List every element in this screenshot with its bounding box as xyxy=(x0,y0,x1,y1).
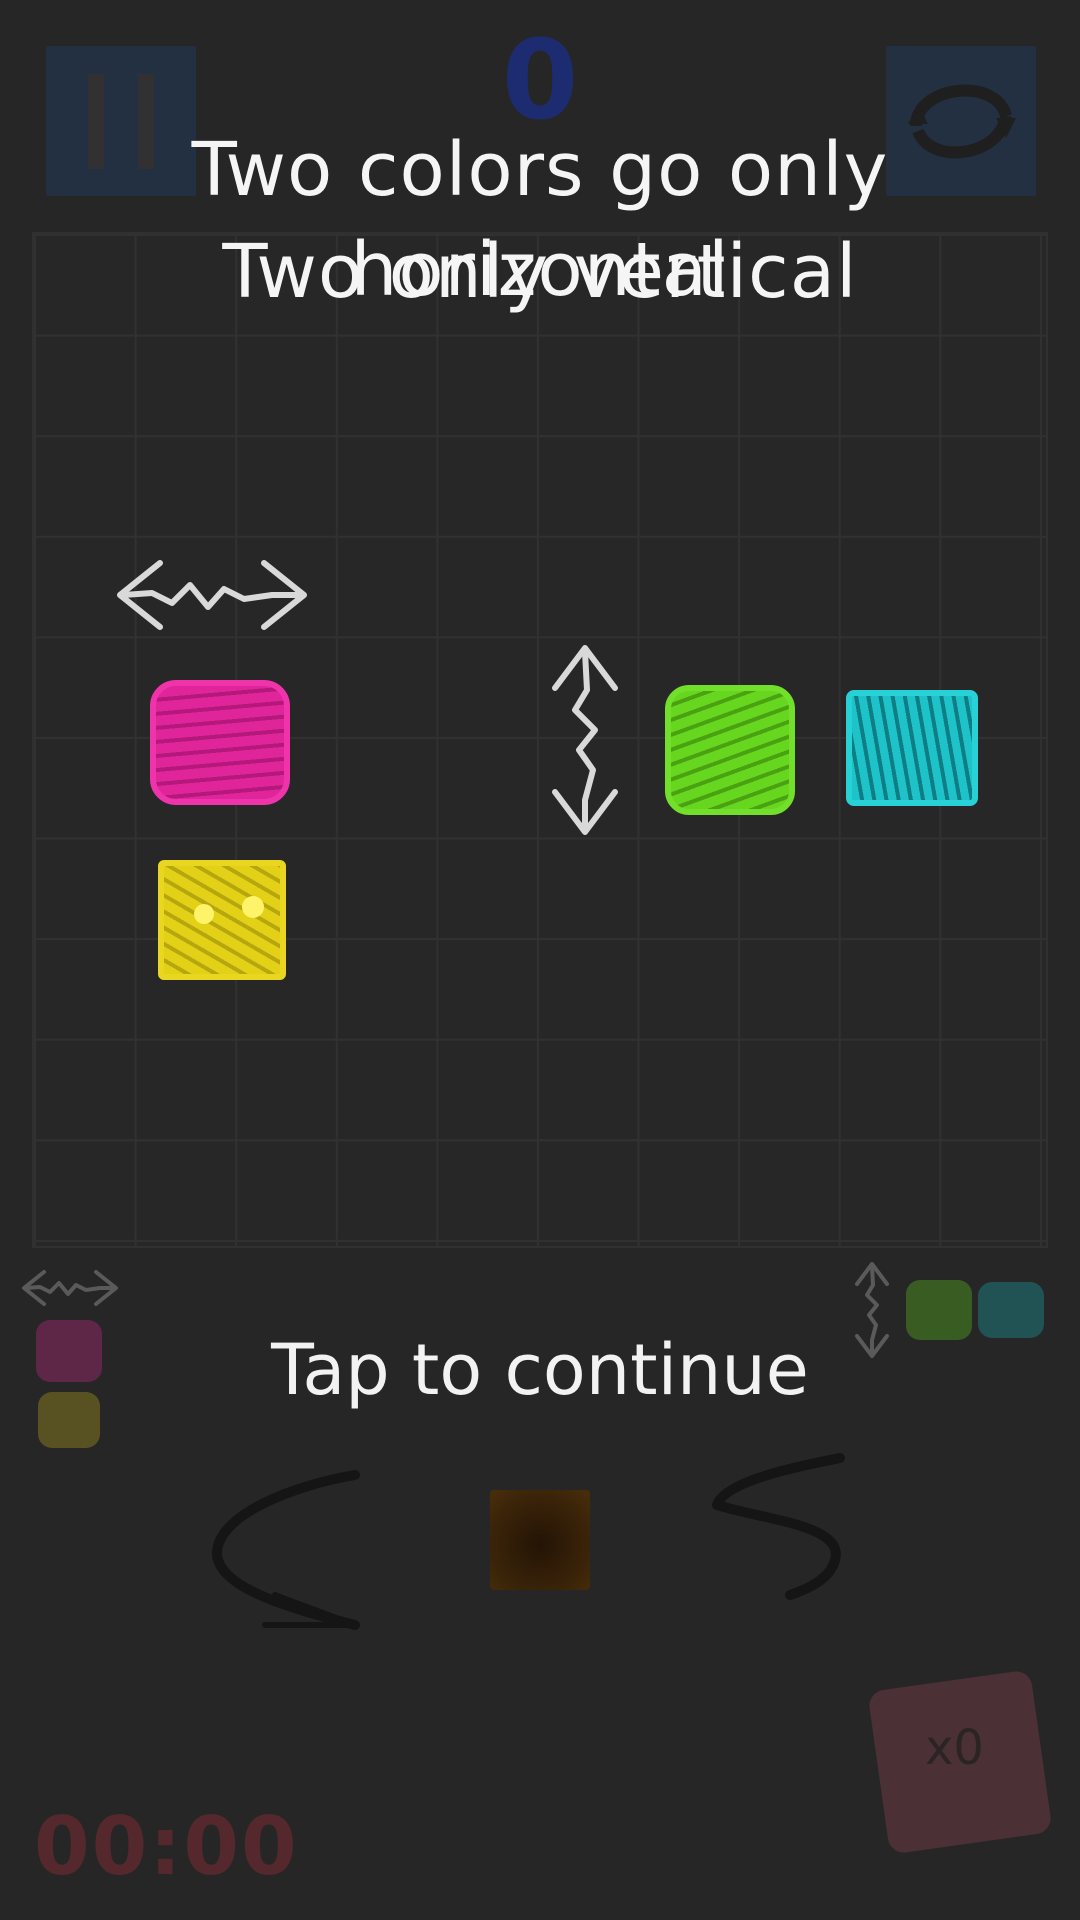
cyan-block[interactable] xyxy=(846,690,978,806)
tutorial-line-2: Two only vertical xyxy=(222,229,858,315)
horizontal-arrows-icon xyxy=(117,560,307,630)
powerup-count: x0 xyxy=(925,1720,984,1776)
timer: 00:00 xyxy=(34,1800,299,1893)
vertical-arrows-icon xyxy=(552,645,618,835)
tap-to-continue[interactable]: Tap to continue xyxy=(0,1320,1080,1420)
green-block[interactable] xyxy=(665,685,795,815)
horizontal-arrows-icon xyxy=(22,1270,118,1306)
swipe-left-arrow-icon[interactable] xyxy=(205,1465,365,1635)
yellow-block[interactable] xyxy=(158,860,286,980)
magenta-block[interactable] xyxy=(150,680,290,805)
swipe-right-arrow-icon[interactable] xyxy=(705,1450,855,1600)
next-block-tile xyxy=(490,1490,590,1590)
